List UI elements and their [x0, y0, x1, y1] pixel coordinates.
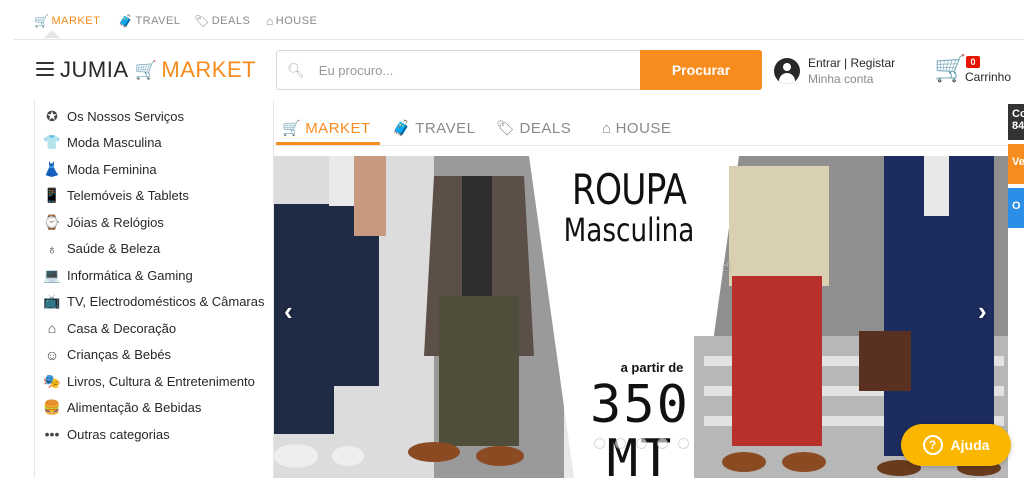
- tag-icon: 🏷: [194, 14, 210, 28]
- tab-travel[interactable]: 🧳 TRAVEL: [392, 110, 475, 146]
- carousel-dot[interactable]: [636, 438, 647, 449]
- brand-tabs: 🛒 MARKET 🧳 TRAVEL 🏷 DEALS ⌂ HOUSE: [274, 100, 1024, 146]
- laptop-icon: 💻: [43, 266, 61, 283]
- sidebar-item-moda-masculina[interactable]: 👕 Moda Masculina: [35, 130, 273, 157]
- brand-strip: 🛒 MARKET 🧳 TRAVEL 🏷 DEALS ⌂ HOUSE: [14, 0, 1024, 40]
- home-icon: ⌂: [47, 320, 57, 337]
- search-button[interactable]: Procurar: [640, 50, 762, 90]
- site-header: JUMIA 🛒 MARKET 🔍︎ Procurar Entrar | Regi…: [14, 40, 1024, 100]
- brand-link-house[interactable]: ⌂ HOUSE: [266, 14, 317, 28]
- my-account-label: Minha conta: [808, 72, 874, 86]
- market-cart-icon: 🛒: [282, 120, 302, 137]
- sidebar-item-informatica[interactable]: 💻 Informática & Gaming: [35, 262, 273, 289]
- carousel-dot[interactable]: [678, 438, 689, 449]
- perfume-icon: ♁: [46, 240, 58, 257]
- sidebar-item-saude[interactable]: ♁ Saúde & Beleza: [35, 236, 273, 263]
- brand-link-market[interactable]: 🛒 MARKET: [34, 14, 100, 28]
- hero-price: 350 MT: [590, 375, 690, 478]
- tab-market[interactable]: 🛒 MARKET: [282, 110, 371, 146]
- sidebar-item-servicos[interactable]: ✪ Os Nossos Serviços: [35, 103, 273, 130]
- side-tab-sell[interactable]: Ve: [1008, 144, 1024, 184]
- brand-link-travel[interactable]: 🧳 TRAVEL: [118, 14, 180, 28]
- hero-banner[interactable]: ROUPA Masculina a partir de 350 MT ‹ ›: [274, 156, 1008, 478]
- tv-icon: 📺: [43, 293, 61, 310]
- question-mark-icon: ?: [922, 435, 943, 455]
- jumia-market-logo[interactable]: JUMIA 🛒 MARKET: [60, 56, 256, 84]
- search-box: 🔍︎: [276, 50, 640, 90]
- cart-count-badge: 0: [966, 56, 980, 68]
- account-menu[interactable]: Entrar | Registar Minha conta: [774, 54, 924, 88]
- search-icon: 🔍︎: [287, 61, 305, 78]
- house-icon: ⌂: [602, 119, 612, 137]
- cart-label: Carrinho: [965, 70, 1012, 84]
- star-badge-icon: ✪: [46, 107, 58, 124]
- sidebar-item-criancas[interactable]: ☺ Crianças & Bebés: [35, 342, 273, 369]
- baby-icon: ☺: [44, 346, 60, 363]
- hero-headline: ROUPA Masculina: [563, 165, 695, 249]
- hero-subline: a partir de: [620, 360, 684, 375]
- mask-icon: 🎭: [43, 372, 61, 389]
- sidebar-item-casa[interactable]: ⌂ Casa & Decoração: [35, 315, 273, 342]
- cart-button[interactable]: 🛒 0 Carrinho: [934, 54, 1024, 88]
- sidebar-item-alimentacao[interactable]: 🍔 Alimentação & Bebidas: [35, 395, 273, 422]
- sidebar-item-telemoveis[interactable]: 📱 Telemóveis & Tablets: [35, 183, 273, 210]
- carousel-dots: [594, 438, 689, 449]
- sidebar-item-livros[interactable]: 🎭 Livros, Cultura & Entretenimento: [35, 368, 273, 395]
- logo-cart-icon: 🛒: [134, 59, 158, 80]
- dress-icon: 👗: [43, 160, 61, 177]
- sidebar-item-joias[interactable]: ⌚ Jóias & Relógios: [35, 209, 273, 236]
- shirt-icon: 👕: [43, 134, 61, 151]
- sidebar-item-outras[interactable]: ••• Outras categorias: [35, 421, 273, 448]
- sidebar-item-tv[interactable]: 📺 TV, Electrodomésticos & Câmaras: [35, 289, 273, 316]
- carousel-dot[interactable]: [615, 438, 626, 449]
- phone-icon: 📱: [43, 187, 61, 204]
- house-icon: ⌂: [266, 14, 274, 28]
- side-tab-contact[interactable]: Co 84: [1008, 104, 1024, 140]
- mouse-pointer-icon: ☝: [722, 258, 731, 274]
- luggage-icon: 🧳: [118, 14, 134, 28]
- tab-deals[interactable]: 🏷 DEALS: [496, 110, 571, 146]
- help-button[interactable]: ? Ajuda: [901, 424, 1011, 466]
- active-brand-caret: [44, 30, 60, 38]
- carousel-prev-arrow-icon[interactable]: ‹: [284, 296, 293, 327]
- carousel-next-arrow-icon[interactable]: ›: [978, 296, 987, 327]
- login-register-link[interactable]: Entrar | Registar: [808, 55, 895, 71]
- brand-link-deals[interactable]: 🏷 DEALS: [194, 14, 250, 28]
- active-tab-underline: [276, 142, 380, 145]
- watch-icon: ⌚: [43, 213, 61, 230]
- menu-hamburger-icon[interactable]: [36, 62, 54, 76]
- more-dots-icon: •••: [44, 426, 60, 443]
- sidebar-item-moda-feminina[interactable]: 👗 Moda Feminina: [35, 156, 273, 183]
- luggage-icon: 🧳: [392, 120, 412, 137]
- side-tab-other[interactable]: O: [1008, 188, 1024, 228]
- category-sidebar: ✪ Os Nossos Serviços 👕 Moda Masculina 👗 Mod…: [34, 100, 274, 478]
- carousel-dot[interactable]: [657, 438, 668, 449]
- shopping-cart-icon: 🛒: [934, 53, 967, 83]
- search-input[interactable]: [318, 62, 619, 78]
- food-icon: 🍔: [43, 399, 61, 416]
- market-cart-icon: 🛒: [34, 14, 50, 28]
- user-avatar-icon: [774, 58, 800, 84]
- tag-icon: 🏷: [496, 120, 516, 137]
- search-bar: 🔍︎ Procurar: [276, 50, 762, 90]
- carousel-dot[interactable]: [594, 438, 605, 449]
- tab-house[interactable]: ⌂ HOUSE: [602, 110, 671, 146]
